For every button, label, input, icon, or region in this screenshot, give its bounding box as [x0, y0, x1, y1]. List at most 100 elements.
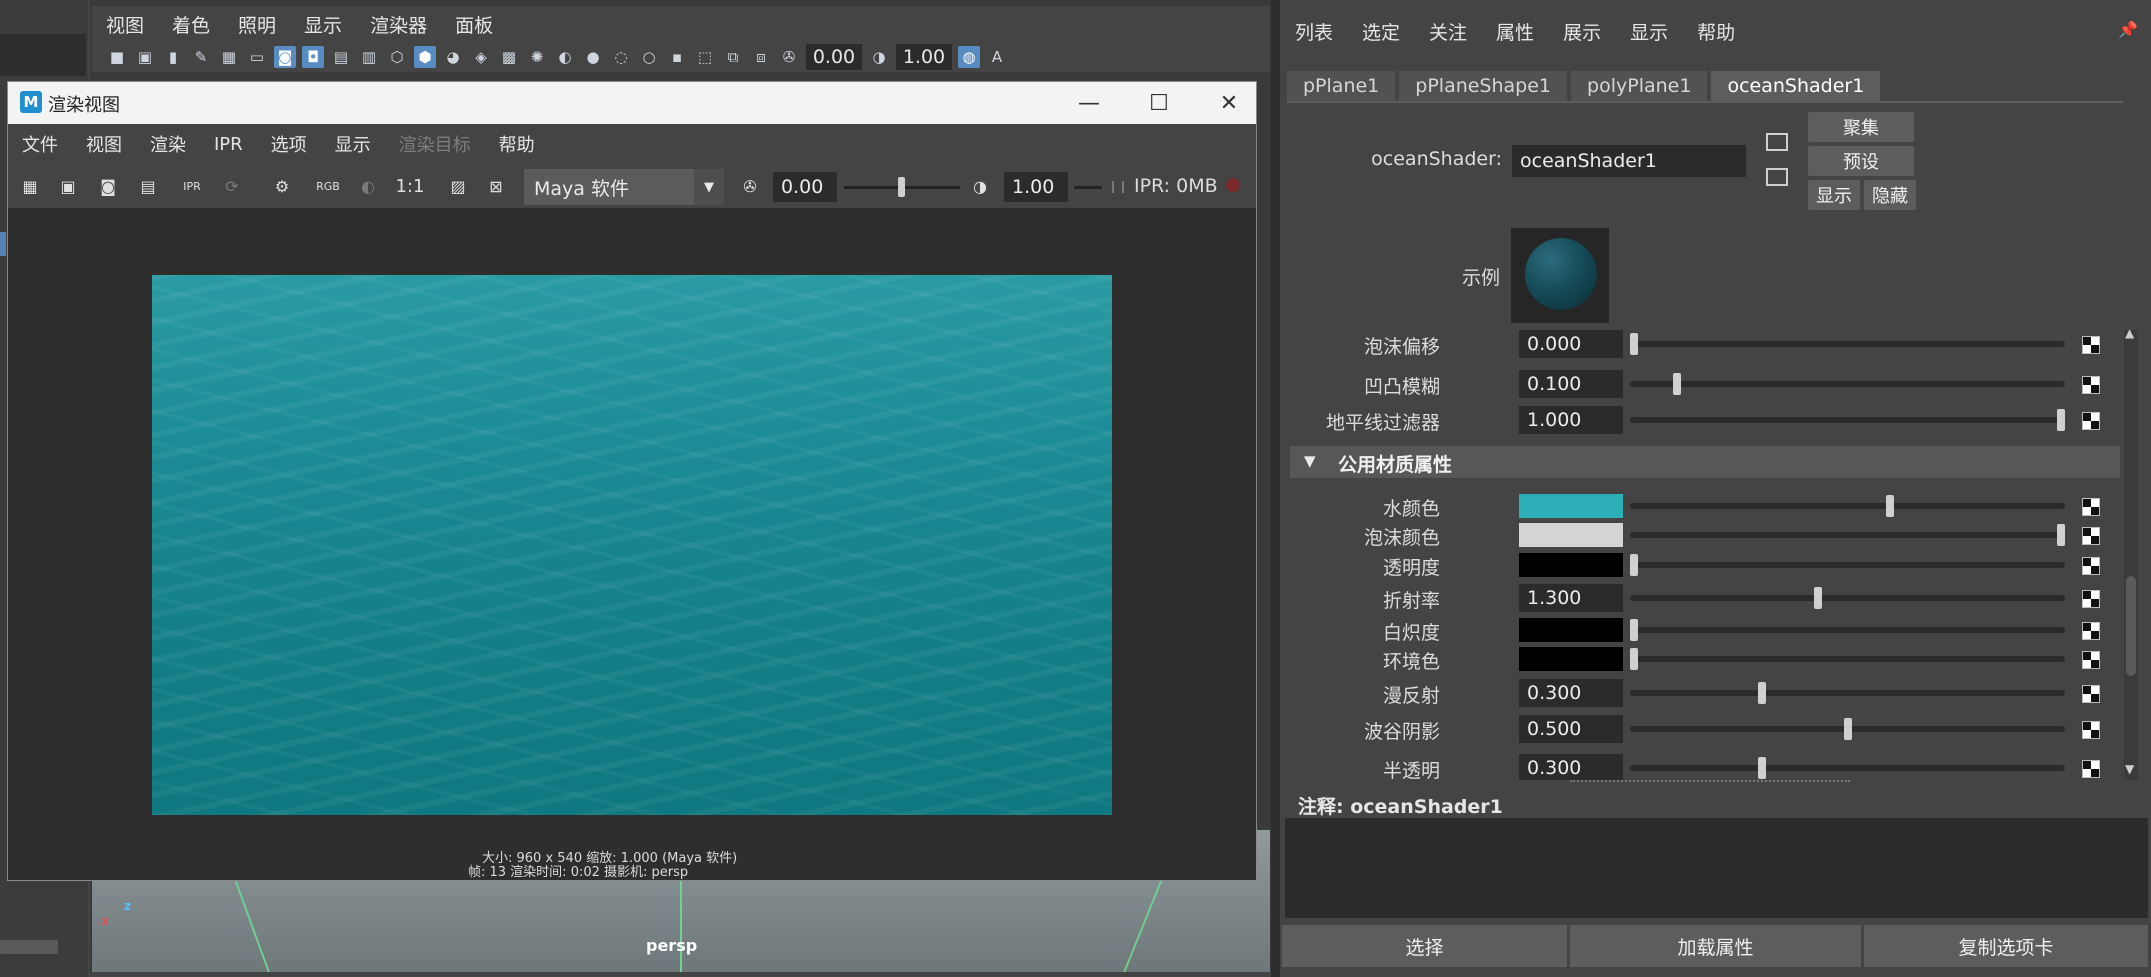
map-texture-icon[interactable] [2082, 557, 2100, 575]
resize-handle[interactable] [1570, 780, 1850, 786]
attr-slider-thumb[interactable] [1630, 648, 1638, 670]
antialias-icon[interactable]: ○ [638, 46, 660, 68]
load-attributes-button[interactable]: 加载属性 [1570, 925, 1861, 967]
scrollbar-thumb[interactable] [2126, 576, 2136, 676]
maximize-button[interactable]: ☐ [1144, 88, 1174, 118]
map-texture-icon[interactable] [2082, 685, 2100, 703]
attr-slider-thumb[interactable] [2057, 524, 2065, 546]
attr-slider[interactable] [1630, 627, 2065, 633]
xray-joint-icon[interactable]: ⧉ [722, 46, 744, 68]
attr-slider-thumb[interactable] [1814, 587, 1822, 609]
attr-value-field[interactable]: 0.300 [1519, 754, 1623, 780]
attributes-scroll-area[interactable]: 泡沫偏移 0.000 凹凸模糊 0.100 地平线过滤器 1.000 水颜色 泡沫颜色 透明度折… [1290, 330, 2122, 780]
camera-attr-icon[interactable]: ▣ [134, 46, 156, 68]
attr-slider[interactable] [1630, 532, 2065, 538]
rv-menu-help[interactable]: 帮助 [499, 131, 535, 157]
gate-mask-icon[interactable]: ◘ [302, 46, 324, 68]
attr-value-field[interactable]: 0.000 [1519, 330, 1623, 358]
xray-icon[interactable]: ⬚ [694, 46, 716, 68]
scroll-down-icon[interactable]: ▼ [2125, 762, 2134, 776]
attr-slider[interactable] [1630, 656, 2065, 662]
menu-panels[interactable]: 面板 [455, 11, 493, 38]
tab-pplaneshape1[interactable]: pPlaneShape1 [1399, 71, 1568, 101]
attr-color-swatch[interactable] [1519, 647, 1623, 671]
attr-slider-thumb[interactable] [1630, 333, 1638, 355]
ae-menu-list[interactable]: 列表 [1295, 18, 1333, 45]
attr-value-field[interactable]: 1.000 [1519, 406, 1623, 434]
attr-slider[interactable] [1630, 503, 2065, 509]
map-texture-icon[interactable] [2082, 527, 2100, 545]
menu-view[interactable]: 视图 [106, 11, 144, 38]
rgb-channel-button[interactable]: RGB [314, 173, 342, 199]
ipr-render-icon[interactable]: IPR [178, 173, 206, 199]
real-size-button[interactable]: 1:1 [396, 173, 425, 199]
copy-tab-button[interactable]: 复制选项卡 [1863, 925, 2148, 967]
attr-slider[interactable] [1630, 417, 2065, 423]
redo-render-icon[interactable]: ▦ [16, 173, 44, 199]
gamma-field[interactable]: 1.00 [1004, 172, 1068, 202]
ae-menu-selected[interactable]: 选定 [1362, 18, 1400, 45]
rv-menu-view[interactable]: 视图 [86, 131, 122, 157]
scroll-up-icon[interactable]: ▲ [2125, 326, 2134, 340]
attr-color-swatch[interactable] [1519, 523, 1623, 547]
presets-button[interactable]: 预设 [1808, 146, 1914, 176]
light-icon[interactable]: ✺ [526, 46, 548, 68]
map-texture-icon[interactable] [2082, 590, 2100, 608]
vertical-scrollbar[interactable]: ▲ ▼ [2124, 326, 2138, 780]
attr-value-field[interactable]: 1.300 [1519, 584, 1623, 612]
attr-slider[interactable] [1630, 765, 2065, 771]
exposure-slider-thumb[interactable] [898, 177, 905, 197]
render-view-titlebar[interactable]: M 渲染视图 — ☐ ✕ [8, 82, 1256, 124]
menu-lighting[interactable]: 照明 [238, 11, 276, 38]
grid-icon[interactable]: ▦ [218, 46, 240, 68]
map-texture-icon[interactable] [2082, 336, 2100, 354]
horizontal-scrollbar[interactable] [0, 940, 58, 954]
attr-value-field[interactable]: 0.100 [1519, 370, 1623, 398]
input-connection-icon[interactable] [1766, 133, 1788, 151]
remove-image-icon[interactable]: ⊠ [482, 173, 510, 199]
tab-oceanshader1[interactable]: oceanShader1 [1711, 71, 1881, 101]
motion-blur-icon[interactable]: ◌ [610, 46, 632, 68]
gamma-slider[interactable] [1074, 186, 1102, 189]
menu-show[interactable]: 显示 [304, 11, 342, 38]
resolution-gate-icon[interactable]: ◙ [274, 46, 296, 68]
bookmark-icon[interactable]: ▮ [162, 46, 184, 68]
close-button[interactable]: ✕ [1214, 88, 1244, 118]
rv-menu-display[interactable]: 显示 [335, 131, 371, 157]
checker-icon[interactable]: ▩ [498, 46, 520, 68]
safe-action-icon[interactable]: ▥ [358, 46, 380, 68]
attr-slider[interactable] [1630, 690, 2065, 696]
render-settings-icon[interactable]: ⚙ [268, 173, 296, 199]
isolate-icon[interactable]: ▪ [666, 46, 688, 68]
show-button[interactable]: 显示 [1808, 180, 1860, 210]
attr-slider-thumb[interactable] [1630, 554, 1638, 576]
snapshot-icon[interactable]: ◙ [94, 173, 122, 199]
rv-menu-ipr[interactable]: IPR [214, 134, 243, 155]
attr-slider[interactable] [1630, 381, 2065, 387]
rendered-ocean-image[interactable] [152, 275, 1112, 815]
default-material-icon[interactable]: ◕ [442, 46, 464, 68]
ae-menu-display[interactable]: 显示 [1630, 18, 1668, 45]
ae-menu-show[interactable]: 展示 [1563, 18, 1601, 45]
select-button[interactable]: 选择 [1282, 925, 1567, 967]
field-chart-icon[interactable]: ▤ [330, 46, 352, 68]
ae-menu-attributes[interactable]: 属性 [1496, 18, 1534, 45]
attr-color-swatch[interactable] [1519, 618, 1623, 642]
map-texture-icon[interactable] [2082, 412, 2100, 430]
xray-comp-icon[interactable]: ⧈ [750, 46, 772, 68]
map-texture-icon[interactable] [2082, 376, 2100, 394]
film-gate-icon[interactable]: ▭ [246, 46, 268, 68]
stop-render-icon[interactable] [1226, 178, 1240, 192]
map-texture-icon[interactable] [2082, 498, 2100, 516]
tab-pplane1[interactable]: pPlane1 [1287, 71, 1396, 101]
exposure-icon[interactable]: ✇ [778, 46, 800, 68]
attr-slider-thumb[interactable] [1673, 373, 1681, 395]
node-name-field[interactable]: oceanShader1 [1512, 145, 1746, 177]
rv-menu-render[interactable]: 渲染 [150, 131, 186, 157]
map-texture-icon[interactable] [2082, 622, 2100, 640]
camera-icon[interactable]: ■ [106, 46, 128, 68]
section-common-material[interactable]: ▼ 公用材质属性 [1290, 446, 2120, 478]
exposure-field[interactable]: 0.00 [773, 172, 837, 202]
wireframe-icon[interactable]: ⬡ [386, 46, 408, 68]
ao-icon[interactable]: ● [582, 46, 604, 68]
